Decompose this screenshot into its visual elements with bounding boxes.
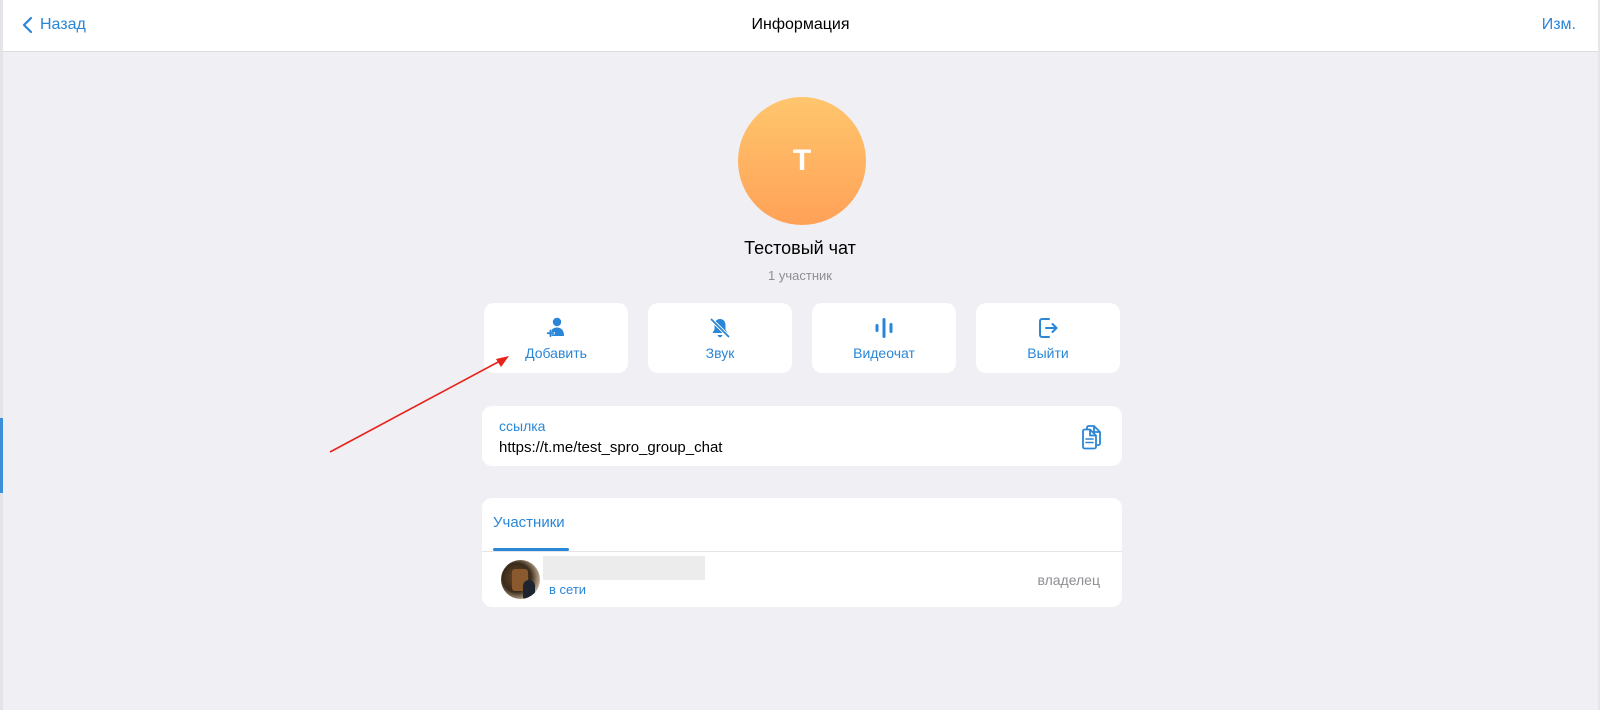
videochat-label: Видеочат	[853, 345, 915, 361]
videochat-button[interactable]: Видеочат	[812, 303, 956, 373]
sound-button[interactable]: Звук	[648, 303, 792, 373]
edit-button[interactable]: Изм.	[1542, 16, 1576, 34]
avatar-letter: T	[792, 144, 812, 177]
logout-icon	[1039, 318, 1058, 338]
copy-link-button[interactable]	[1080, 424, 1104, 450]
member-count: 1 участник	[768, 268, 832, 283]
chat-avatar[interactable]: T	[738, 97, 866, 225]
member-status: в сети	[549, 582, 587, 597]
add-member-label: Добавить	[525, 345, 587, 361]
page-title: Информация	[751, 16, 850, 33]
invite-link-card[interactable]: ссылка https://t.me/test_spro_group_chat	[482, 406, 1122, 466]
sound-label: Звук	[705, 345, 735, 361]
muted-bell-icon	[710, 318, 730, 338]
left-panel-selection-indicator	[0, 418, 3, 493]
invite-link-url[interactable]: https://t.me/test_spro_group_chat	[499, 439, 722, 456]
add-member-button[interactable]: Добавить	[484, 303, 628, 373]
add-user-icon	[546, 317, 564, 338]
members-card: Участники в сети владелец	[482, 498, 1122, 607]
copy-icon	[1082, 425, 1101, 450]
action-buttons: Добавить Звук Видеочат Выйти	[484, 303, 1120, 373]
member-row[interactable]: в сети владелец	[482, 552, 1122, 607]
left-panel-edge	[0, 0, 3, 710]
tab-members[interactable]: Участники	[493, 514, 565, 531]
leave-button[interactable]: Выйти	[976, 303, 1120, 373]
screen: Назад Информация Изм. T Тестовый чат 1 у…	[0, 0, 1600, 710]
member-role: владелец	[1037, 572, 1100, 588]
leave-label: Выйти	[1027, 345, 1069, 361]
chat-name: Тестовый чат	[744, 238, 856, 258]
member-avatar	[501, 560, 540, 599]
link-caption: ссылка	[499, 418, 546, 434]
voice-waves-icon	[875, 318, 893, 338]
navigation-bar: Назад Информация Изм.	[3, 0, 1598, 52]
member-name-redacted	[543, 556, 705, 580]
